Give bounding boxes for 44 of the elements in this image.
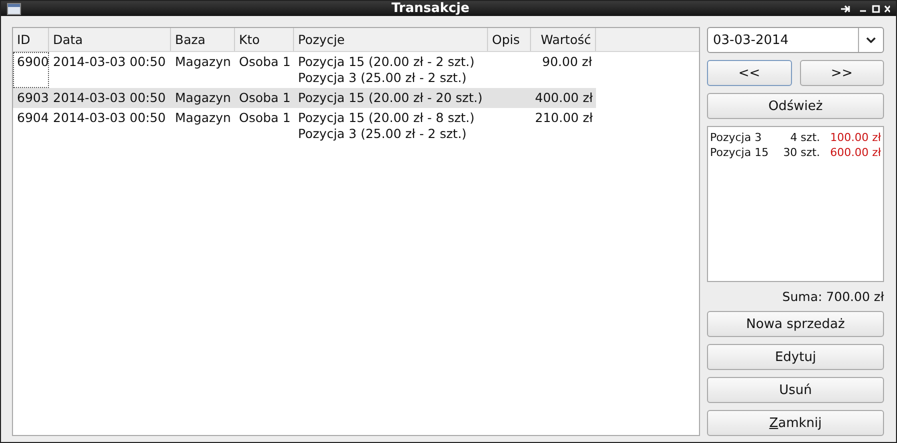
table-cell-text: Pozycja 15 (20.00 zł - 20 szt.) xyxy=(297,89,484,107)
action-button[interactable]: Usuń xyxy=(707,377,884,403)
chevron-down-icon xyxy=(866,37,876,43)
table-cell-text: 90.00 zł xyxy=(541,53,593,71)
item-name: Pozycja 3 xyxy=(710,130,763,145)
table-cell-text: Magazyn xyxy=(174,53,232,71)
table-cell-text: 400.00 zł xyxy=(534,89,594,107)
column-header[interactable]: Data xyxy=(49,28,171,51)
window-icon xyxy=(7,2,21,14)
item-quantity: 4 szt. xyxy=(789,130,820,145)
action-button[interactable]: Zamknij xyxy=(707,410,884,436)
date-dropdown[interactable]: 03-03-2014 xyxy=(707,27,884,53)
total-label: Suma: 700.00 zł xyxy=(782,289,884,304)
table-cell-text: 210.00 zł xyxy=(534,109,594,127)
table-cell-text: Osoba 1 xyxy=(238,89,292,107)
window-controls-drawing[interactable] xyxy=(840,4,890,14)
item-amount: 600.00 zł xyxy=(829,145,881,160)
table-cell-text: Magazyn xyxy=(174,89,232,107)
nav-button[interactable]: << xyxy=(707,60,792,86)
item-amount: 100.00 zł xyxy=(829,130,881,145)
action-button[interactable]: Edytuj xyxy=(707,344,884,370)
table-cell-text: 6903 xyxy=(16,89,49,107)
table-cell-text: Magazyn xyxy=(174,109,232,127)
column-header[interactable]: Kto xyxy=(235,28,294,51)
column-header[interactable]: Baza xyxy=(171,28,235,51)
column-header[interactable]: Pozycje xyxy=(294,28,488,51)
table-cell-text: 2014-03-03 00:50 xyxy=(52,109,167,127)
table-cell-text: 6904 xyxy=(16,109,49,127)
column-header[interactable]: ID xyxy=(13,28,49,51)
action-button[interactable]: Nowa sprzedaż xyxy=(707,311,884,337)
nav-button[interactable]: >> xyxy=(800,60,884,86)
column-header[interactable]: Opis xyxy=(488,28,531,51)
table-cell-text: Osoba 1 xyxy=(238,53,292,71)
item-name: Pozycja 15 xyxy=(710,145,770,160)
refresh-button[interactable]: Odśwież xyxy=(707,93,884,119)
table-row[interactable]: 6903 2014-03-03 00:50 Magazyn Osoba 1 Pozycja 15 (20.00 zł - 20 szt.) 400.00 zł xyxy=(13,88,596,108)
table-cell-text: 2014-03-03 00:50 xyxy=(52,89,167,107)
table-cell-text: Osoba 1 xyxy=(238,109,292,127)
column-header[interactable]: Wartość xyxy=(531,28,596,51)
table-cell-text: 2014-03-03 00:50 xyxy=(52,53,167,71)
item-quantity: 30 szt. xyxy=(782,145,820,160)
window-title: Transakcje xyxy=(390,1,470,16)
table-cell-text: Pozycja 15 (20.00 zł - 2 szt.) Pozycja 3 (25.00 zł - 2 szt.) xyxy=(297,53,476,87)
table-cell-text: Pozycja 15 (20.00 zł - 8 szt.) Pozycja 3 (25.00 zł - 2 szt.) xyxy=(297,109,476,143)
